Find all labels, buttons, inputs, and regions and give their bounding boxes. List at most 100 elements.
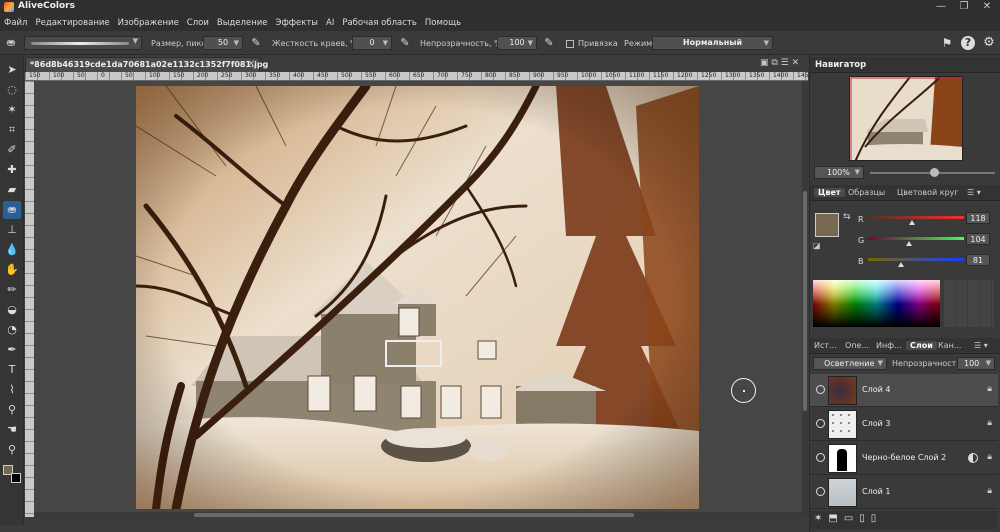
eyedropper-icon[interactable]: ⚲ <box>3 401 21 419</box>
menu-file[interactable]: Файл <box>4 18 27 28</box>
opacity-field[interactable]: 100 ▼ <box>497 36 537 50</box>
move-tool-icon[interactable]: ➤ <box>3 61 21 79</box>
reset-colors-icon[interactable]: ◪ <box>813 241 821 250</box>
healing-icon[interactable]: ✚ <box>3 161 21 179</box>
dodge-icon[interactable]: ◔ <box>3 321 21 339</box>
tab-layers[interactable]: Слои <box>906 341 937 350</box>
spectrum-highlight <box>813 280 940 304</box>
eye-icon[interactable] <box>816 385 825 394</box>
notification-icon[interactable]: ⚑ <box>940 36 954 50</box>
document-tab[interactable]: *86d8b46319cde1da70681a02e1132c1352f7f08… <box>25 57 268 72</box>
minimize-icon[interactable]: — <box>930 0 952 14</box>
green-slider[interactable] <box>868 237 964 240</box>
opacity-label: Непрозрачность, % <box>420 39 502 48</box>
blur-drop-icon[interactable]: 💧 <box>3 241 21 259</box>
text-tool-icon[interactable]: T <box>3 361 21 379</box>
layer-blend-mode-select[interactable]: Осветление ▼ <box>813 357 887 370</box>
menu-help[interactable]: Помощь <box>425 18 461 28</box>
path-tool-icon[interactable]: ⌇ <box>3 381 21 399</box>
snap-checkbox[interactable] <box>566 40 574 48</box>
lock-icon[interactable]: 🔒︎ <box>987 384 992 394</box>
tab-info[interactable]: Инф... <box>876 341 902 350</box>
zoom-select[interactable]: 100% ▼ <box>814 166 864 179</box>
help-icon[interactable]: ? <box>961 36 975 50</box>
document-view-icons[interactable]: ▣ ⧉ ☰ ✕ <box>760 58 799 68</box>
tab-operations[interactable]: Опе... <box>845 341 869 350</box>
menu-effects[interactable]: Эффекты <box>276 18 319 28</box>
pencil-icon[interactable]: ✏ <box>3 281 21 299</box>
swap-colors-icon[interactable]: ⇆ <box>843 212 851 222</box>
menu-selection[interactable]: Выделение <box>217 18 268 28</box>
toolbox: ➤ ◌ ✶ ⌗ ✐ ✚ ▰ ⛂ ⊥ 💧 ✋ ✏ ◒ ◔ ✒ T ⌇ ⚲ ☚ ⚲ <box>0 55 24 525</box>
tab-channels[interactable]: Кан... <box>938 341 961 350</box>
scrollbar-thumb[interactable] <box>194 513 634 517</box>
smudge-icon[interactable]: ✋ <box>3 261 21 279</box>
lock-icon[interactable]: 🔒︎ <box>987 486 992 496</box>
layer-row[interactable]: Слой 1 🔒︎ <box>810 476 998 509</box>
menu-image[interactable]: Изображение <box>118 18 179 28</box>
recent-colors-grid[interactable] <box>944 280 994 327</box>
menu-ai[interactable]: AI <box>326 18 334 28</box>
eye-icon[interactable] <box>816 453 825 462</box>
eye-icon[interactable] <box>816 419 825 428</box>
tab-swatches[interactable]: Образцы <box>848 188 885 197</box>
blue-slider-knob[interactable] <box>898 262 904 267</box>
red-slider-knob[interactable] <box>909 220 915 225</box>
ellipse-select-icon[interactable]: ◌ <box>3 81 21 99</box>
eraser-icon[interactable]: ▰ <box>3 181 21 199</box>
layers-footer-toolbar[interactable]: ✶⬒▭▯▯ <box>810 511 998 529</box>
close-window-icon[interactable]: ✕ <box>976 0 998 14</box>
maximize-icon[interactable]: ❐ <box>953 0 975 14</box>
green-slider-knob[interactable] <box>906 241 912 246</box>
background-color-swatch[interactable] <box>11 473 21 483</box>
foreground-color-swatch[interactable] <box>815 213 839 237</box>
magic-wand-icon[interactable]: ✶ <box>3 101 21 119</box>
green-value[interactable]: 104 <box>966 233 990 245</box>
brush-preset-picker[interactable]: ▼ <box>24 36 142 50</box>
red-value[interactable]: 118 <box>966 212 990 224</box>
close-tab-icon[interactable]: × <box>247 59 255 69</box>
size-field[interactable]: 50 ▼ <box>203 36 243 50</box>
pen-pressure-icon[interactable]: ✎ <box>542 36 556 50</box>
brush-icon[interactable]: ✐ <box>3 141 21 159</box>
panel-menu-icon[interactable]: ☰ ▾ <box>974 341 988 350</box>
zoom-icon[interactable]: ⚲ <box>3 441 21 459</box>
ruler-tick-label: 800 <box>485 72 497 79</box>
menu-workspace[interactable]: Рабочая область <box>342 18 417 28</box>
navigator-thumbnail[interactable] <box>849 76 963 161</box>
menu-edit[interactable]: Редактирование <box>35 18 109 28</box>
eye-icon[interactable] <box>816 487 825 496</box>
tab-color[interactable]: Цвет <box>814 188 845 197</box>
red-slider[interactable] <box>868 216 964 219</box>
panel-menu-icon[interactable]: ☰ ▾ <box>967 188 981 197</box>
horizontal-scrollbar[interactable] <box>34 512 802 518</box>
blue-slider[interactable] <box>868 258 964 261</box>
layer-row[interactable]: Слой 3 🔒︎ <box>810 408 998 441</box>
layer-opacity-field[interactable]: 100 ▼ <box>957 357 995 370</box>
layer-row[interactable]: Слой 4 🔒︎ <box>810 374 998 407</box>
lock-icon[interactable]: 🔒︎ <box>987 418 992 428</box>
sponge-icon[interactable]: ◒ <box>3 301 21 319</box>
pen-pressure-icon[interactable]: ✎ <box>398 36 412 50</box>
tab-color-wheel[interactable]: Цветовой круг <box>897 188 959 197</box>
tab-history[interactable]: Ист... <box>814 341 837 350</box>
stamp-tool-icon[interactable]: ⛂ <box>4 36 18 50</box>
menu-layers[interactable]: Слои <box>187 18 209 28</box>
blend-mode-select[interactable]: Нормальный ▼ <box>652 36 773 50</box>
hand-icon[interactable]: ☚ <box>3 421 21 439</box>
vertical-scrollbar[interactable] <box>802 81 808 517</box>
document-image[interactable] <box>136 86 699 509</box>
stamp-icon[interactable]: ⊥ <box>3 221 21 239</box>
scrollbar-thumb[interactable] <box>803 191 807 411</box>
clone-stamp-icon[interactable]: ⛂ <box>3 201 21 219</box>
crop-icon[interactable]: ⌗ <box>3 121 21 139</box>
hardness-field[interactable]: 0 ▼ <box>352 36 392 50</box>
pen-icon[interactable]: ✒ <box>3 341 21 359</box>
lock-icon[interactable]: 🔒︎ <box>987 452 992 462</box>
layer-row[interactable]: Черно-белое Слой 2 🔒︎ <box>810 442 998 475</box>
hardness-value: 0 <box>369 38 375 47</box>
gear-icon[interactable]: ⚙ <box>982 36 996 50</box>
pen-pressure-icon[interactable]: ✎ <box>249 36 263 50</box>
zoom-slider-knob[interactable] <box>930 168 939 177</box>
blue-value[interactable]: 81 <box>966 254 990 266</box>
